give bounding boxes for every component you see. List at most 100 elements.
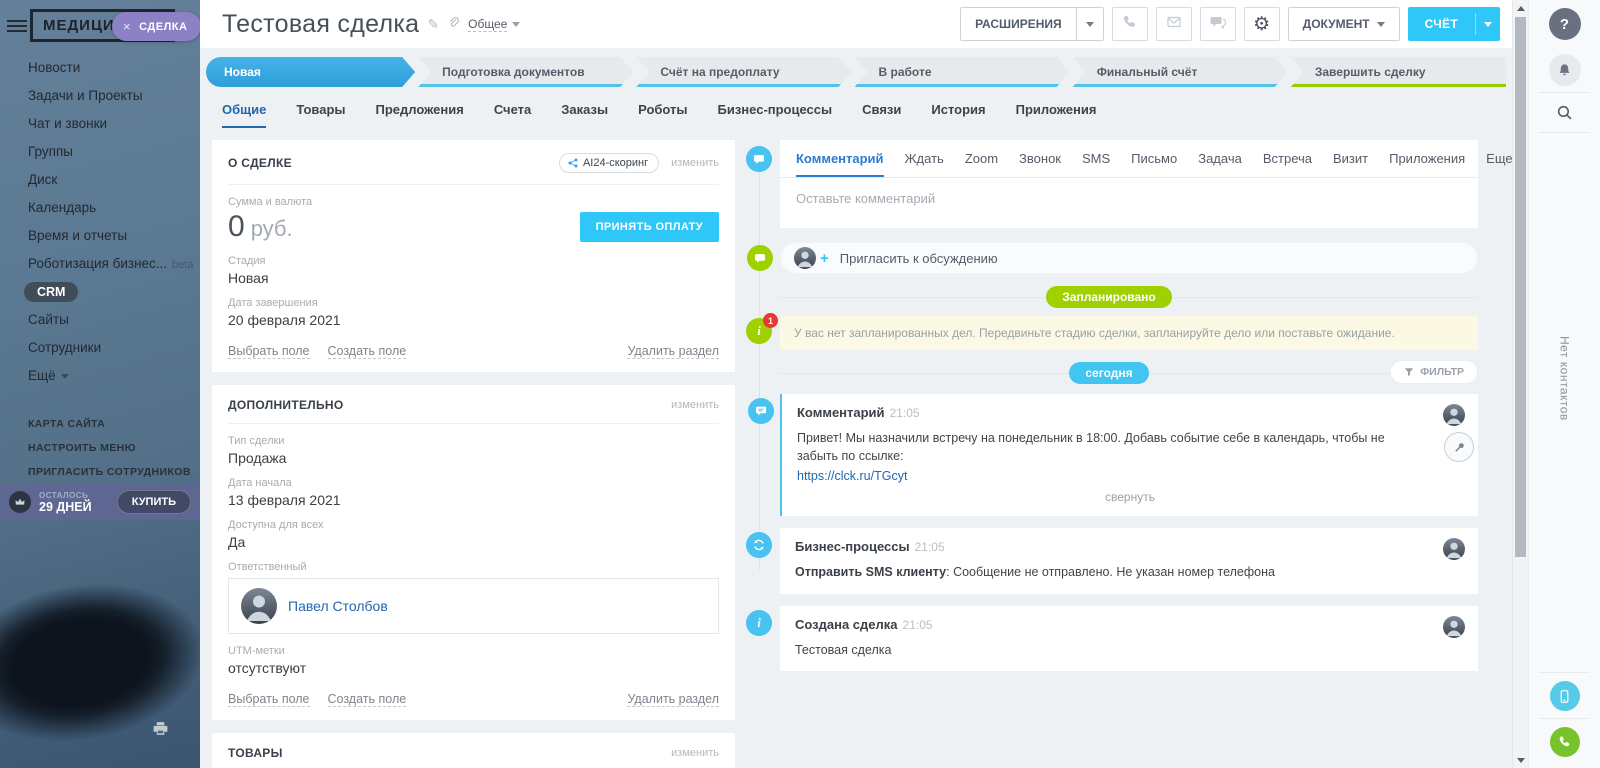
timeline-entry-comment: Комментарий21:05 Привет! Мы назначили вс…: [780, 394, 1478, 516]
tab-business-processes[interactable]: Бизнес-процессы: [718, 102, 833, 128]
edit-title-pencil-icon[interactable]: ✎: [427, 16, 439, 33]
chevron-down-icon[interactable]: [1476, 7, 1500, 41]
tab-general[interactable]: Общие: [222, 102, 266, 128]
chat-button[interactable]: [1200, 7, 1236, 41]
tab-wait[interactable]: Ждать: [905, 151, 944, 175]
comment-input[interactable]: Оставьте комментарий: [780, 178, 1478, 219]
create-field-link[interactable]: Создать поле: [328, 692, 407, 707]
delete-section-link[interactable]: Удалить раздел: [627, 692, 719, 707]
buy-button[interactable]: КУПИТЬ: [117, 490, 191, 514]
vertical-scrollbar[interactable]: [1512, 0, 1528, 768]
stage-field-value[interactable]: Новая: [228, 270, 719, 286]
edit-section-link[interactable]: изменить: [671, 157, 719, 169]
responsible-user-box[interactable]: Павел Столбов: [228, 578, 719, 634]
sidebar-item-news[interactable]: Новости: [0, 54, 200, 82]
sidebar-item-tasks[interactable]: Задачи и Проекты: [0, 82, 200, 110]
close-date-value[interactable]: 20 февраля 2021: [228, 312, 719, 328]
invite-employees-link[interactable]: ПРИГЛАСИТЬ СОТРУДНИКОВ: [0, 460, 200, 484]
sidebar-item-calendar[interactable]: Календарь: [0, 194, 200, 222]
printer-icon[interactable]: [152, 720, 169, 742]
configure-menu-link[interactable]: НАСТРОИТЬ МЕНЮ: [0, 436, 200, 460]
scroll-down-arrow[interactable]: [1513, 752, 1529, 768]
stage-new[interactable]: Новая: [206, 57, 415, 87]
tab-more[interactable]: Еще: [1486, 151, 1512, 175]
filter-button[interactable]: ФИЛЬТР: [1390, 360, 1478, 384]
edit-section-link[interactable]: изменить: [671, 747, 719, 759]
select-field-link[interactable]: Выбрать поле: [228, 344, 310, 359]
invoice-button[interactable]: СЧЁТ: [1408, 7, 1500, 41]
sidebar-item-disk[interactable]: Диск: [0, 166, 200, 194]
scrollbar-thumb[interactable]: [1515, 17, 1526, 557]
field-label: Тип сделки: [228, 435, 719, 447]
responsible-user-name[interactable]: Павел Столбов: [288, 598, 388, 614]
sidebar-item-time-reports[interactable]: Время и отчеты: [0, 222, 200, 250]
tab-email[interactable]: Письмо: [1131, 151, 1177, 175]
stage-in-progress[interactable]: В работе: [855, 57, 1070, 87]
tab-visit[interactable]: Визит: [1333, 151, 1368, 175]
tab-invoices[interactable]: Счета: [494, 102, 531, 128]
deal-category-selector[interactable]: Общее: [468, 17, 507, 32]
document-button[interactable]: ДОКУМЕНТ: [1288, 7, 1400, 41]
telephony-button[interactable]: [1550, 727, 1580, 757]
comment-bubble-icon: [746, 146, 772, 172]
email-button[interactable]: [1156, 7, 1192, 41]
tab-apps[interactable]: Приложения: [1389, 151, 1465, 175]
section-title: О СДЕЛКЕ: [228, 156, 292, 170]
sidebar-item-sites[interactable]: Сайты: [0, 306, 200, 334]
hamburger-menu-icon[interactable]: [7, 17, 27, 35]
tab-meeting[interactable]: Встреча: [1263, 151, 1312, 175]
stage-close-deal[interactable]: Завершить сделку: [1291, 57, 1506, 87]
stage-documents[interactable]: Подготовка документов: [418, 57, 633, 87]
pin-button[interactable]: [1444, 432, 1474, 462]
accept-payment-button[interactable]: ПРИНЯТЬ ОПЛАТУ: [580, 212, 719, 242]
tab-products[interactable]: Товары: [296, 102, 345, 128]
tab-apps[interactable]: Приложения: [1016, 102, 1097, 128]
sidebar-item-crm[interactable]: CRM: [0, 278, 200, 306]
ai-scoring-badge[interactable]: AI24-скоринг: [559, 153, 659, 173]
invite-to-discussion[interactable]: + Пригласить к обсуждению: [780, 242, 1478, 274]
collapse-link[interactable]: свернуть: [797, 490, 1463, 504]
create-field-link[interactable]: Создать поле: [328, 344, 407, 359]
tab-quotes[interactable]: Предложения: [376, 102, 464, 128]
tab-orders[interactable]: Заказы: [561, 102, 608, 128]
sitemap-link[interactable]: КАРТА САЙТА: [0, 412, 200, 436]
deal-tab[interactable]: × СДЕЛКА: [112, 12, 200, 41]
search-icon: [1556, 104, 1573, 121]
tab-sms[interactable]: SMS: [1082, 151, 1110, 175]
sidebar-item-rpa[interactable]: Роботизация бизнес...beta: [0, 250, 200, 278]
call-button[interactable]: [1112, 7, 1148, 41]
stage-prepayment[interactable]: Счёт на предоплату: [636, 57, 851, 87]
close-icon[interactable]: ×: [123, 19, 131, 34]
extensions-button[interactable]: РАСШИРЕНИЯ: [960, 7, 1104, 41]
available-for-all-value[interactable]: Да: [228, 534, 719, 550]
settings-button[interactable]: ⚙: [1244, 7, 1280, 41]
stage-final-invoice[interactable]: Финальный счёт: [1073, 57, 1288, 87]
chevron-down-icon[interactable]: [1077, 8, 1103, 40]
tab-history[interactable]: История: [931, 102, 985, 128]
select-field-link[interactable]: Выбрать поле: [228, 692, 310, 707]
comment-link[interactable]: https://clck.ru/TGcyt: [797, 467, 907, 485]
tab-comment[interactable]: Комментарий: [796, 151, 884, 177]
scroll-up-arrow[interactable]: [1513, 0, 1529, 16]
notifications-button[interactable]: [1549, 54, 1581, 86]
sidebar-item-chat[interactable]: Чат и звонки: [0, 110, 200, 138]
copy-link-paperclip-icon[interactable]: [447, 16, 460, 32]
sidebar-item-employees[interactable]: Сотрудники: [0, 334, 200, 362]
delete-section-link[interactable]: Удалить раздел: [627, 344, 719, 359]
edit-section-link[interactable]: изменить: [671, 399, 719, 411]
tab-relations[interactable]: Связи: [862, 102, 901, 128]
tab-call[interactable]: Звонок: [1019, 151, 1061, 175]
help-button[interactable]: ?: [1549, 8, 1581, 40]
license-bar: ОСТАЛОСЬ 29 ДНЕЙ КУПИТЬ: [0, 484, 200, 520]
start-date-value[interactable]: 13 февраля 2021: [228, 492, 719, 508]
sidebar-item-groups[interactable]: Группы: [0, 138, 200, 166]
sidebar-item-more[interactable]: Ещё: [0, 362, 200, 390]
tab-task[interactable]: Задача: [1198, 151, 1242, 175]
beta-label: beta: [172, 259, 193, 271]
today-badge[interactable]: сегодня: [1069, 362, 1148, 384]
deal-type-value[interactable]: Продажа: [228, 450, 719, 466]
mobile-app-button[interactable]: [1550, 681, 1580, 711]
search-button[interactable]: [1551, 98, 1579, 126]
tab-zoom[interactable]: Zoom: [965, 151, 998, 175]
tab-robots[interactable]: Роботы: [638, 102, 687, 128]
